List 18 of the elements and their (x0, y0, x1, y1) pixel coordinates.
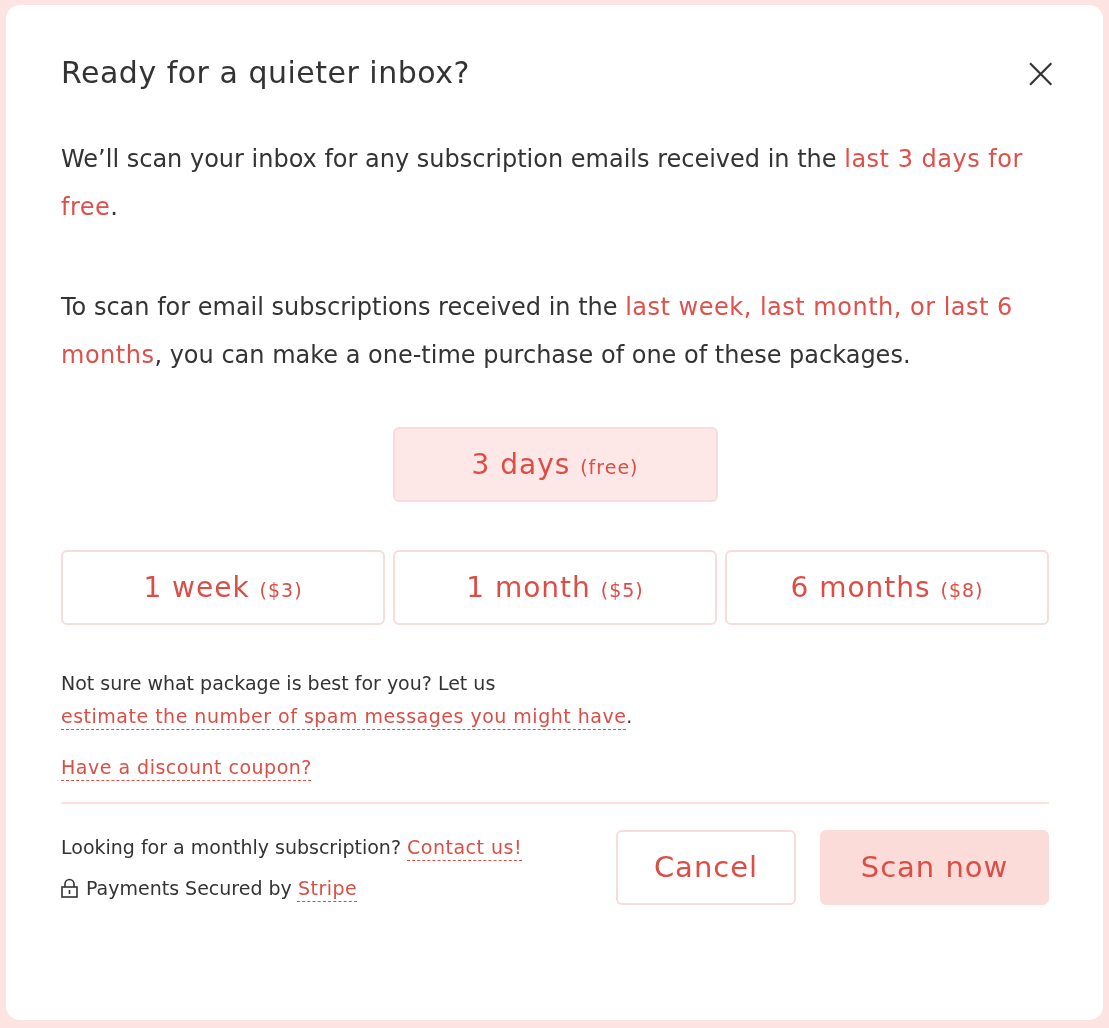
help-text: Not sure what package is best for you? Let us estimate the number of spam messages you might have. (61, 671, 634, 729)
contact-link[interactable]: Contact us! (407, 835, 523, 858)
cancel-button[interactable]: Cancel (616, 830, 796, 905)
secured-text: Payments Secured by Stripe (86, 875, 358, 901)
estimate-link[interactable]: estimate the number of spam messages you might have (61, 705, 627, 727)
close-button[interactable]: × (1022, 51, 1059, 95)
stripe-link[interactable]: Stripe (297, 876, 358, 899)
lock-icon (61, 878, 78, 898)
package-button[interactable]: 6 months ($8) (725, 550, 1049, 625)
package-button[interactable]: 1 week ($3) (61, 550, 385, 625)
scan-button[interactable]: Scan now (820, 830, 1049, 905)
coupon-link[interactable]: Have a discount coupon? (61, 751, 312, 784)
package-button[interactable]: 1 month ($5) (393, 550, 717, 625)
footer-text: Looking for a monthly subscription? Contact us! (61, 834, 523, 860)
paragraph: We’ll scan your inbox for any subscription emails received in the last 3 days for free. (61, 144, 1024, 223)
dialog-title: Ready for a quieter inbox? (61, 55, 470, 91)
package-button[interactable]: 3 days (free) (392, 427, 718, 502)
paragraph: To scan for email subscriptions received in the last week, last month, or last 6 months, you can make a one-time purchase of one of these packages. (61, 292, 1014, 371)
